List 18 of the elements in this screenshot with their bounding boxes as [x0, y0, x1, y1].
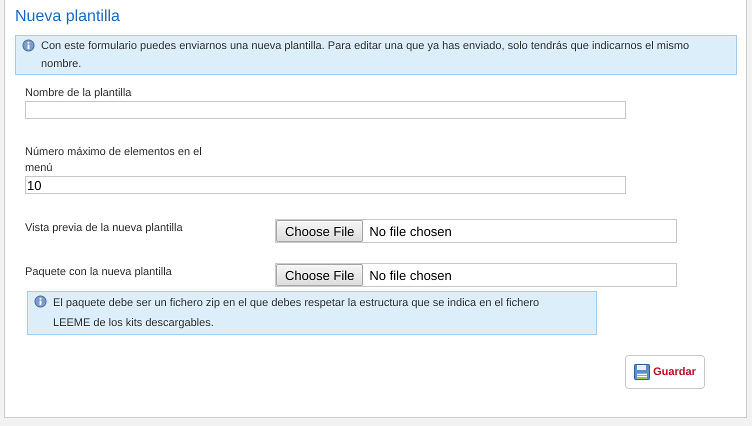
- info-text: Con este formulario puedes enviarnos una nueva plantilla. Para editar una que ya has enviado, solo tendrás que indicarnos el mismo nombre.: [41, 39, 690, 72]
- field-label: Vista previa de la nueva plantilla: [25, 221, 184, 236]
- info-text: El paquete debe ser un fichero zip en el que debes respetar la estructura que se indica en el fichero LEEME de los kits descargables.: [53, 296, 540, 331]
- file-field[interactable]: Choose File No file chosen: [275, 263, 677, 287]
- info-icon: [22, 39, 35, 52]
- field-label: Paquete con la nueva plantilla: [25, 265, 173, 280]
- info-icon: [34, 295, 47, 308]
- choose-file-button[interactable]: Choose File: [276, 264, 364, 286]
- page-title: Nueva plantilla: [15, 7, 121, 27]
- save-button[interactable]: Guardar: [625, 355, 705, 389]
- file-status: No file chosen: [369, 268, 452, 282]
- input-field[interactable]: 10: [25, 176, 626, 194]
- choose-file-button[interactable]: Choose File: [276, 220, 364, 242]
- file-field[interactable]: Choose File No file chosen: [275, 219, 677, 243]
- file-status: No file chosen: [369, 224, 452, 238]
- field-label: Número máximo de elementos en el menú: [25, 145, 203, 176]
- field-label: Nombre de la plantilla: [25, 86, 132, 101]
- input-field[interactable]: [25, 101, 626, 119]
